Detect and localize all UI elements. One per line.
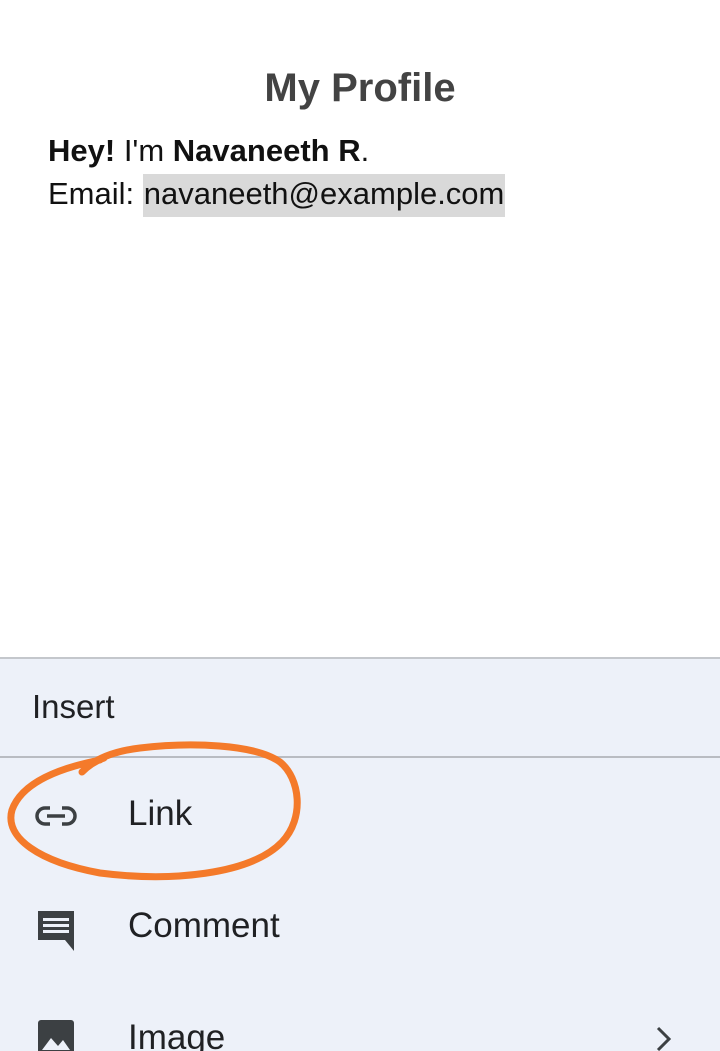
insert-sheet-title: Insert <box>32 688 115 725</box>
image-icon <box>38 1020 74 1051</box>
screen: My Profile Hey! I'm Navaneeth R. Email: … <box>0 0 720 1051</box>
chevron-right-icon <box>656 1026 672 1051</box>
email-value-selected[interactable]: navaneeth@example.com <box>142 174 506 217</box>
menu-item-image-label: Image <box>128 1018 226 1051</box>
greeting-text: I'm <box>115 133 173 168</box>
name-suffix: . <box>360 133 370 168</box>
greeting-bold: Hey! <box>48 133 116 168</box>
menu-item-comment[interactable]: Comment <box>0 869 720 979</box>
comment-icon <box>38 911 74 951</box>
email-label: Email: <box>48 176 143 211</box>
menu-item-link[interactable]: Link <box>0 758 720 868</box>
email-line: Email: navaneeth@example.com <box>48 174 506 217</box>
insert-bottom-sheet: Insert Link Comment Image <box>0 657 720 1051</box>
profile-name: Navaneeth R <box>172 133 361 168</box>
link-icon <box>35 806 77 826</box>
menu-item-comment-label: Comment <box>128 906 280 945</box>
menu-item-link-label: Link <box>128 794 193 833</box>
insert-sheet-header: Insert <box>0 659 720 758</box>
greeting-line: Hey! I'm Navaneeth R. <box>48 131 369 171</box>
document-canvas[interactable]: My Profile Hey! I'm Navaneeth R. Email: … <box>0 0 720 657</box>
page-title: My Profile <box>264 66 456 110</box>
menu-item-image[interactable]: Image <box>0 980 720 1051</box>
